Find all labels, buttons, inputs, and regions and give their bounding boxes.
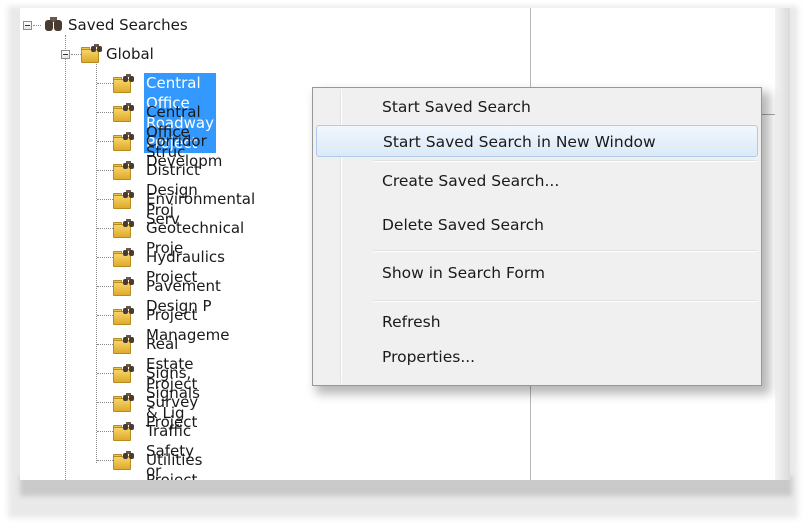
menu-separator: [373, 300, 757, 302]
menu-item-label: Create Saved Search...: [382, 172, 560, 190]
saved-search-folder-icon: [112, 103, 134, 122]
tree-root-label[interactable]: Saved Searches: [68, 15, 188, 35]
collapse-root-icon[interactable]: [23, 21, 32, 30]
context-menu: Start Saved Search Start Saved Search in …: [312, 87, 762, 386]
tree-global-label[interactable]: Global: [106, 44, 154, 64]
menu-separator: [373, 160, 757, 162]
properties-item[interactable]: Properties...: [316, 341, 758, 373]
refresh-item[interactable]: Refresh: [316, 306, 758, 338]
saved-search-folder-icon: [112, 190, 134, 209]
saved-search-folder-icon: [80, 44, 102, 63]
saved-search-folder-icon: [112, 306, 134, 325]
menu-separator: [373, 250, 757, 252]
show-in-search-form-item[interactable]: Show in Search Form: [316, 257, 758, 289]
saved-search-folder-icon: [112, 74, 134, 93]
saved-search-folder-icon: [112, 248, 134, 267]
scrollbar-edge[interactable]: [775, 8, 790, 480]
menu-item-label: Properties...: [382, 348, 476, 366]
start-saved-search-new-window-item[interactable]: Start Saved Search in New Window: [316, 125, 758, 157]
create-saved-search-item[interactable]: Create Saved Search...: [316, 165, 758, 197]
tree-item-label[interactable]: Utilities Project: [146, 450, 202, 480]
start-saved-search-item[interactable]: Start Saved Search: [316, 91, 758, 123]
delete-saved-search-item[interactable]: Delete Saved Search: [316, 209, 758, 241]
saved-search-folder-icon: [112, 393, 134, 412]
saved-search-folder-icon: [112, 161, 134, 180]
saved-search-folder-icon: [112, 277, 134, 296]
saved-search-folder-icon: [112, 335, 134, 354]
binoculars-icon: [44, 17, 64, 33]
collapse-global-icon[interactable]: [61, 50, 70, 59]
saved-searches-window: Saved Searches Global Central Office Roa…: [20, 8, 790, 480]
saved-search-folder-icon: [112, 132, 134, 151]
menu-item-label: Show in Search Form: [382, 264, 546, 282]
menu-item-label: Start Saved Search: [382, 98, 531, 116]
saved-search-folder-icon: [112, 451, 134, 470]
saved-search-folder-icon: [112, 219, 134, 238]
menu-item-label: Start Saved Search in New Window: [383, 133, 656, 151]
saved-search-folder-icon: [112, 364, 134, 383]
menu-item-label: Refresh: [382, 313, 441, 331]
saved-search-folder-icon: [112, 422, 134, 441]
menu-item-label: Delete Saved Search: [382, 216, 544, 234]
